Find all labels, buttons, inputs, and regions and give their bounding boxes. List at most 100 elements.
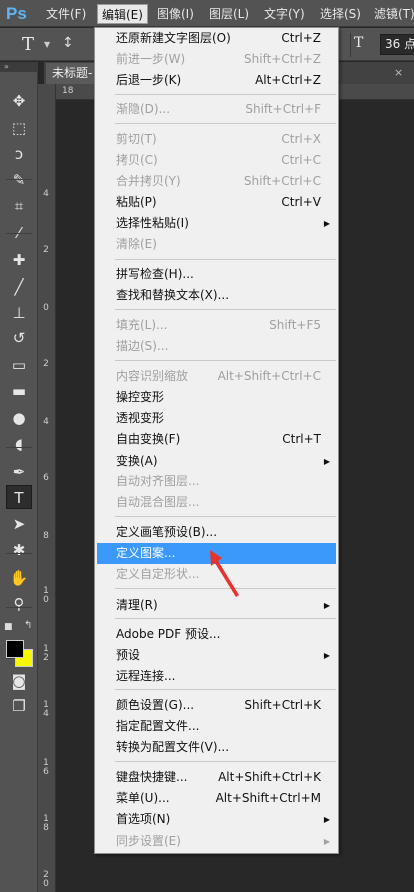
menu-separator: [115, 309, 336, 310]
menu-item-label: 转换为配置文件(V)...: [116, 740, 230, 754]
menu-type[interactable]: 文字(Y): [260, 4, 309, 24]
ruler-tick-label: 0: [43, 303, 49, 313]
type-tool-preset-icon[interactable]: T: [22, 34, 34, 55]
edit-menu-item[interactable]: 还原新建文字图层(O) Ctrl+Z: [97, 28, 336, 49]
menu-image[interactable]: 图像(I): [153, 4, 198, 24]
ruler-tick-label: 2: [43, 245, 49, 255]
menu-separator: [115, 94, 336, 95]
menu-item-label: 首选项(N): [116, 812, 171, 826]
screen-mode-tool-icon[interactable]: ❐: [6, 694, 32, 718]
ruler-tick-label: 1 4: [43, 700, 49, 719]
edit-menu-item[interactable]: 菜单(U)... Alt+Shift+Ctrl+M: [97, 788, 336, 809]
edit-menu-item[interactable]: 填充(L)... Shift+F5: [97, 315, 336, 336]
menu-item-label: 自动混合图层...: [116, 495, 200, 509]
menu-item-label: 查找和替换文本(X)...: [116, 288, 230, 302]
edit-menu-item[interactable]: 远程连接...: [97, 666, 336, 687]
menu-layer[interactable]: 图层(L): [205, 4, 253, 24]
edit-menu-item[interactable]: 变换(A) ▶: [97, 451, 336, 472]
edit-menu-item[interactable]: 颜色设置(G)... Shift+Ctrl+K: [97, 695, 336, 716]
ruler-tick-label: 1 6: [43, 758, 49, 777]
menu-item-label: 指定配置文件...: [116, 719, 200, 733]
healing-brush-tool-icon[interactable]: ✚: [6, 248, 32, 272]
menu-file[interactable]: 文件(F): [42, 4, 90, 24]
menu-item-label: 键盘快捷键...: [116, 770, 188, 784]
submenu-arrow-icon: ▶: [323, 651, 330, 660]
edit-menu-item[interactable]: 合并拷贝(Y) Shift+Ctrl+C: [97, 171, 336, 192]
preset-dropdown-caret-icon[interactable]: ▼: [44, 40, 50, 49]
edit-menu-item[interactable]: 选择性粘贴(I) ▶: [97, 213, 336, 234]
menu-filter[interactable]: 滤镜(T): [370, 4, 414, 24]
move-tool-icon[interactable]: ✥: [6, 89, 32, 113]
menu-edit[interactable]: 编辑(E): [97, 4, 148, 24]
clone-stamp-tool-icon[interactable]: ⊥: [6, 301, 32, 325]
annotation-arrow-icon: [210, 550, 239, 597]
edit-menu-item[interactable]: 键盘快捷键... Alt+Shift+Ctrl+K: [97, 767, 336, 788]
submenu-arrow-icon: ▶: [323, 219, 330, 228]
edit-menu-item[interactable]: 粘贴(P) Ctrl+V: [97, 192, 336, 213]
edit-menu-item[interactable]: 清理(R) ▶: [97, 595, 336, 616]
menu-item-label: 前进一步(W): [116, 52, 186, 66]
toolbox-divider: [6, 233, 32, 234]
edit-menu-item[interactable]: 拼写检查(H)...: [97, 264, 336, 285]
edit-menu-item[interactable]: 内容识别缩放 Alt+Shift+Ctrl+C: [97, 366, 336, 387]
edit-menu-item[interactable]: 自由变换(F) Ctrl+T: [97, 429, 336, 450]
edit-menu-item[interactable]: 首选项(N) ▶: [97, 809, 336, 830]
ps-logo: Ps: [6, 4, 27, 23]
menu-item-label: 定义图案...: [116, 546, 176, 560]
menu-item-label: 颜色设置(G)...: [116, 698, 195, 712]
edit-menu-item[interactable]: 指定配置文件...: [97, 716, 336, 737]
shape-tool-icon[interactable]: ✱: [6, 538, 32, 562]
edit-menu-item[interactable]: 后退一步(K) Alt+Ctrl+Z: [97, 70, 336, 91]
ruler-tick-label: 8: [43, 531, 49, 541]
menu-item-shortcut: Shift+Ctrl+K: [244, 698, 321, 712]
type-tool-icon[interactable]: T: [6, 485, 32, 509]
text-orientation-icon[interactable]: ↕: [62, 35, 82, 55]
eraser-tool-icon[interactable]: ▭: [6, 353, 32, 377]
menu-item-label: 远程连接...: [116, 669, 176, 683]
edit-menu-item[interactable]: 描边(S)...: [97, 336, 336, 357]
edit-menu-item[interactable]: 清除(E): [97, 234, 336, 255]
quick-mask-tool-icon[interactable]: ◙: [6, 669, 32, 693]
menu-item-shortcut: Shift+Ctrl+F: [245, 102, 321, 116]
menu-separator: [115, 259, 336, 260]
edit-menu-item[interactable]: 自动混合图层...: [97, 492, 336, 513]
submenu-arrow-icon: ▶: [323, 601, 330, 610]
edit-menu-item[interactable]: 前进一步(W) Shift+Ctrl+Z: [97, 49, 336, 70]
dodge-tool-icon[interactable]: ◖: [6, 432, 32, 456]
edit-menu-item[interactable]: Adobe PDF 预设...: [97, 624, 336, 645]
edit-menu-item[interactable]: 预设 ▶: [97, 645, 336, 666]
swap-colors-icon[interactable]: ↰: [24, 620, 32, 631]
edit-menu-item[interactable]: 剪切(T) Ctrl+X: [97, 129, 336, 150]
hand-tool-icon[interactable]: ✋: [6, 566, 32, 590]
path-selection-tool-icon[interactable]: ➤: [6, 512, 32, 536]
lasso-tool-icon[interactable]: ↄ: [6, 142, 32, 166]
edit-menu-item[interactable]: 拷贝(C) Ctrl+C: [97, 150, 336, 171]
edit-menu-item[interactable]: 同步设置(E) ▶: [97, 831, 336, 852]
gradient-tool-icon[interactable]: ▬: [6, 379, 32, 403]
menu-separator: [115, 618, 336, 619]
edit-menu-item[interactable]: 操控变形: [97, 387, 336, 408]
pen-tool-icon[interactable]: ✒: [6, 460, 32, 484]
default-colors-icon[interactable]: ■: [4, 622, 13, 632]
menu-item-shortcut: Ctrl+C: [281, 153, 321, 167]
toolbox-collapse-icon[interactable]: »: [0, 62, 38, 72]
font-size-field[interactable]: 36 点: [380, 34, 414, 55]
edit-menu-item[interactable]: 查找和替换文本(X)...: [97, 285, 336, 306]
edit-menu-item[interactable]: 自动对齐图层...: [97, 471, 336, 492]
crop-tool-icon[interactable]: ⌗: [6, 194, 32, 218]
document-tab[interactable]: 未标题-: [46, 63, 99, 84]
brush-tool-icon[interactable]: ╱: [6, 275, 32, 299]
close-icon[interactable]: ×: [394, 67, 406, 79]
menu-item-label: 还原新建文字图层(O): [116, 31, 231, 45]
edit-menu-item[interactable]: 转换为配置文件(V)...: [97, 737, 336, 758]
blur-tool-icon[interactable]: ●: [6, 406, 32, 430]
zoom-tool-icon[interactable]: ⚲: [6, 592, 32, 616]
history-brush-tool-icon[interactable]: ↺: [6, 326, 32, 350]
edit-menu-item[interactable]: 透视变形: [97, 408, 336, 429]
quick-selection-tool-icon[interactable]: ✎: [6, 168, 32, 192]
edit-menu-item[interactable]: 定义画笔预设(B)...: [97, 522, 336, 543]
foreground-color-swatch[interactable]: [6, 640, 24, 658]
edit-menu-item[interactable]: 渐隐(D)... Shift+Ctrl+F: [97, 99, 336, 120]
menu-select[interactable]: 选择(S): [316, 4, 365, 24]
marquee-tool-icon[interactable]: ⬚: [6, 116, 32, 140]
